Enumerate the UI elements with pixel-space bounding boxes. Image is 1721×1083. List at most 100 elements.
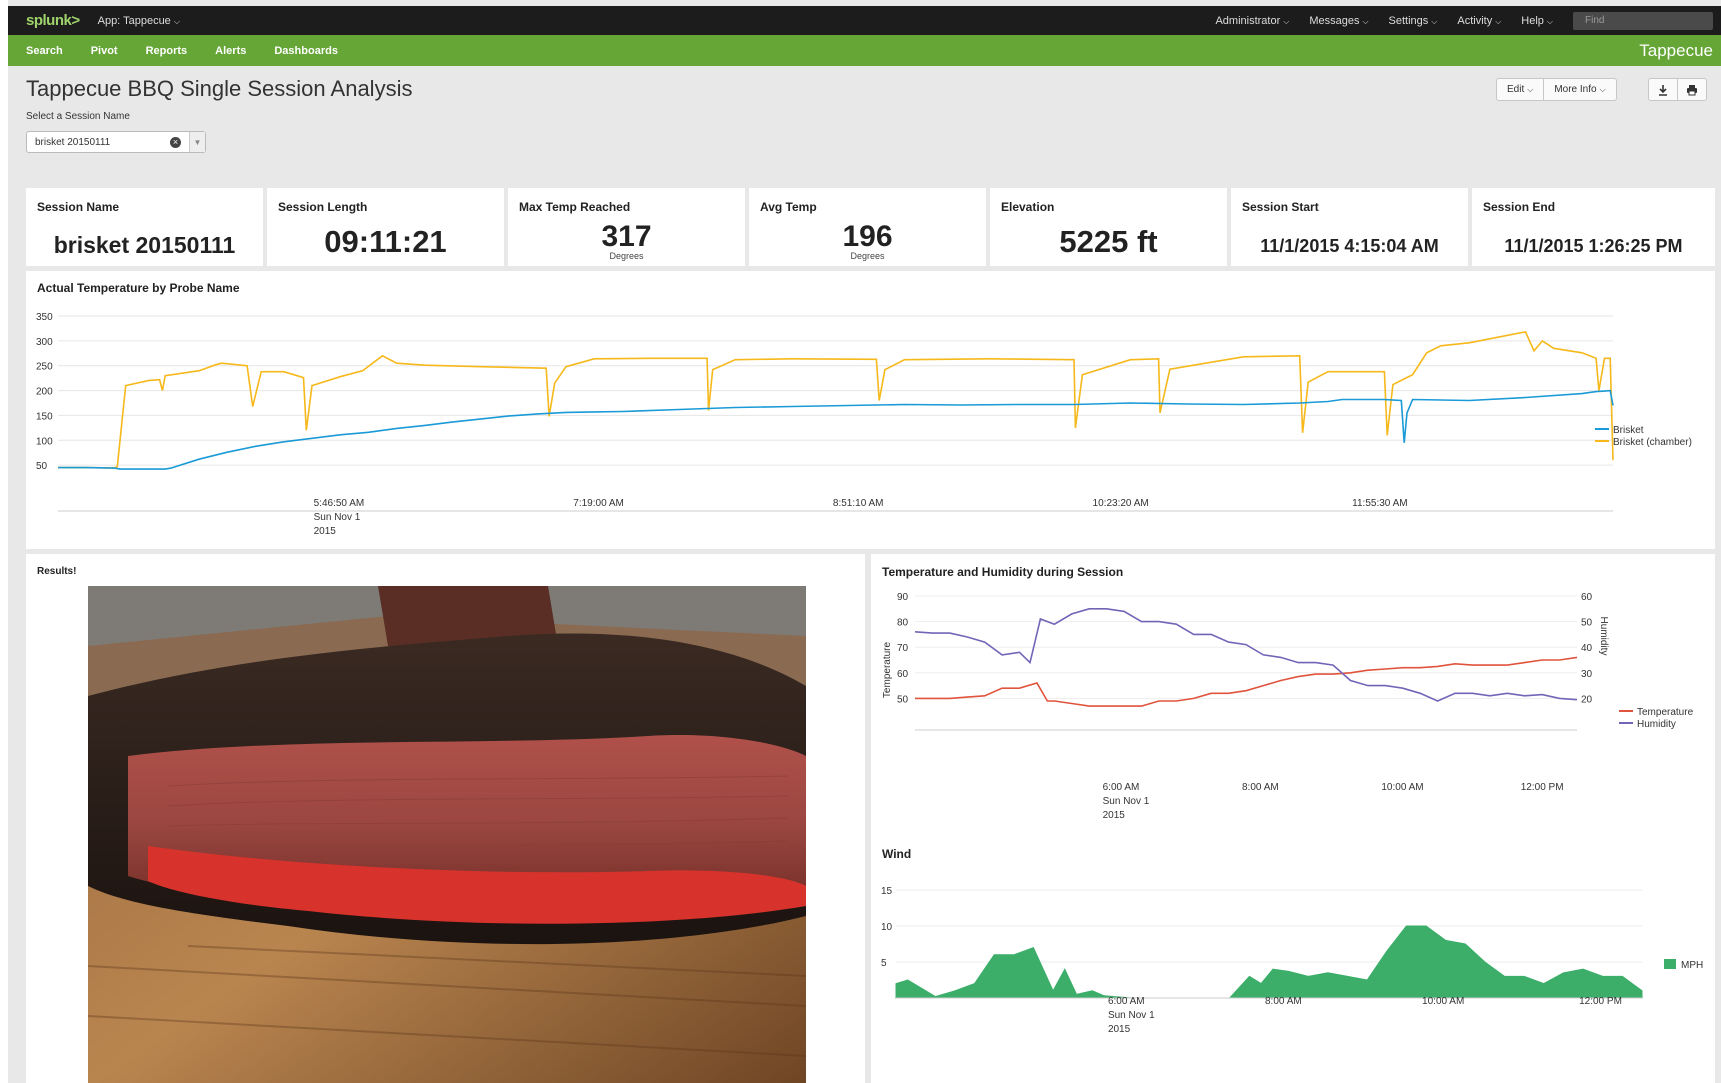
y-tick-label: 300 — [36, 337, 53, 348]
stat-unit: Degrees — [850, 251, 885, 261]
stat-label: Session Length — [278, 200, 368, 214]
stat-value: 196 — [842, 220, 893, 253]
th-x-tick-label: 12:00 PM — [1521, 782, 1564, 793]
legend-label: Brisket — [1613, 425, 1644, 436]
temp-humidity-chart: 50607080902030405060TemperatureHumidity6… — [882, 592, 1694, 821]
download-icon — [1659, 84, 1667, 96]
edit-button[interactable]: Edit ⌵ — [1496, 78, 1545, 101]
y-tick-label: 250 — [36, 362, 53, 373]
panel-title: Results! — [37, 566, 77, 577]
chevron-down-icon: ⌵ — [1362, 16, 1369, 26]
wind-x-tick-label: 6:00 AM — [1108, 996, 1145, 1007]
more-info-button[interactable]: More Info ⌵ — [1544, 78, 1617, 101]
splunk-logo[interactable]: splunk> — [26, 12, 80, 29]
stat-value: 11/1/2015 4:15:04 AM — [1260, 236, 1439, 256]
find-input[interactable]: Find — [1573, 11, 1713, 30]
stat-session-start: Session Start 11/1/2015 4:15:04 AM — [1231, 188, 1468, 266]
splunk-top-bar: splunk> App: Tappecue ⌵ Administrator ⌵ Me… — [8, 6, 1721, 35]
stat-label: Session Name — [37, 200, 120, 214]
chevron-down-icon: ⌵ — [1431, 16, 1438, 26]
stat-value: 5225 ft — [1059, 224, 1158, 259]
nav-dashboards[interactable]: Dashboards — [274, 45, 338, 57]
wind-chart: 5 10 15 6:00 AM Sun Nov 1 2015 8:00 AM 10:00 AM… — [881, 886, 1703, 1035]
session-select-label: Select a Session Name — [26, 111, 130, 122]
session-select[interactable]: brisket 20150111 × ▼ — [26, 131, 206, 153]
app-switcher[interactable]: App: Tappecue ⌵ — [98, 15, 180, 27]
nav-pivot[interactable]: Pivot — [91, 45, 118, 57]
dropdown-arrow-icon[interactable]: ▼ — [189, 132, 205, 152]
chevron-down-icon: ⌵ — [1527, 84, 1534, 94]
menu-activity[interactable]: Activity ⌵ — [1457, 15, 1501, 27]
y-tick-label-left: 80 — [897, 618, 909, 629]
th-x-tick-label: 8:00 AM — [1242, 782, 1279, 793]
menu-messages[interactable]: Messages ⌵ — [1309, 15, 1368, 27]
y-tick-label: 10 — [881, 922, 893, 933]
stat-label: Elevation — [1001, 200, 1055, 214]
stat-session-length: Session Length 09:11:21 — [267, 188, 504, 266]
export-button[interactable] — [1648, 78, 1678, 101]
probe-temp-panel: Actual Temperature by Probe Name 50 100 15… — [26, 271, 1715, 549]
probe-temp-chart: 50 100 150 200 250 300 350 5:46:50 AM Sun Nov 1 2… — [36, 312, 1692, 537]
chevron-down-icon: ⌵ — [1599, 84, 1606, 94]
stat-value: 317 — [601, 220, 652, 253]
chevron-down-icon: ⌵ — [1495, 16, 1502, 26]
y-tick-label-right: 30 — [1581, 669, 1593, 680]
stat-elevation: Elevation 5225 ft — [990, 188, 1227, 266]
stat-label: Max Temp Reached — [519, 200, 631, 214]
y-axis-title-right: Humidity — [1598, 617, 1609, 656]
chevron-down-icon: ⌵ — [1546, 16, 1553, 26]
th-x-tick-label: 10:00 AM — [1381, 782, 1423, 793]
menu-settings[interactable]: Settings ⌵ — [1389, 15, 1438, 27]
probe-x-tick-label: Sun Nov 1 — [314, 512, 361, 523]
app-brand: Tappecue — [1639, 40, 1713, 60]
th-x-tick-label: 6:00 AM — [1103, 782, 1140, 793]
stat-value: 11/1/2015 1:26:25 PM — [1504, 236, 1683, 256]
brisket-image — [88, 586, 806, 1083]
wind-x-tick-label: Sun Nov 1 — [1108, 1010, 1155, 1021]
legend-swatch — [1664, 959, 1676, 969]
legend-label: Humidity — [1637, 719, 1676, 730]
stat-label: Session End — [1483, 200, 1556, 214]
probe-x-tick-label: 10:23:20 AM — [1093, 498, 1149, 509]
clear-icon[interactable]: × — [170, 136, 181, 148]
print-button[interactable] — [1678, 78, 1707, 101]
page-title: Tappecue BBQ Single Session Analysis — [26, 76, 413, 101]
nav-reports[interactable]: Reports — [146, 45, 188, 57]
probe-x-tick-label: 8:51:10 AM — [833, 498, 884, 509]
th-x-tick-label: 2015 — [1103, 810, 1126, 821]
wind-panel: Wind 5 10 15 6:00 AM Sun Nov 1 2015 8:00 AM 10:… — [871, 835, 1715, 1083]
print-icon — [1687, 84, 1697, 95]
y-tick-label-left: 70 — [897, 643, 909, 654]
session-select-value: brisket 20150111 — [35, 136, 111, 148]
y-tick-label: 15 — [881, 886, 893, 897]
nav-alerts[interactable]: Alerts — [215, 45, 246, 57]
y-tick-label: 100 — [36, 436, 53, 447]
legend-label: Temperature — [1637, 707, 1694, 718]
y-tick-label: 350 — [36, 312, 53, 323]
y-tick-label: 50 — [36, 461, 48, 472]
probe-x-tick-label: 2015 — [314, 526, 337, 537]
y-tick-label-left: 60 — [897, 669, 909, 680]
dashboard-page: splunk> App: Tappecue ⌵ Administrator ⌵ Me… — [0, 0, 1721, 1083]
stat-avg-temp: Avg Temp 196 Degrees — [749, 188, 986, 266]
chevron-down-icon: ⌵ — [173, 16, 180, 26]
brisket-photo — [88, 586, 806, 1083]
y-tick-label: 5 — [881, 958, 887, 969]
th-x-tick-label: Sun Nov 1 — [1103, 796, 1150, 807]
stat-label: Session Start — [1242, 200, 1319, 214]
y-tick-label-left: 90 — [897, 592, 909, 603]
nav-search[interactable]: Search — [26, 45, 63, 57]
menu-administrator[interactable]: Administrator ⌵ — [1215, 15, 1289, 27]
y-tick-label-left: 50 — [897, 694, 909, 705]
y-tick-label-right: 20 — [1581, 694, 1593, 705]
logo-mark: > — [71, 12, 80, 29]
menu-help[interactable]: Help ⌵ — [1521, 15, 1553, 27]
wind-x-tick-label: 12:00 PM — [1579, 996, 1622, 1007]
edit-button-group: Edit ⌵ More Info ⌵ — [1496, 78, 1617, 101]
temp-humidity-panel: Temperature and Humidity during Session … — [871, 554, 1715, 835]
stat-unit: Degrees — [609, 251, 644, 261]
stat-value: 09:11:21 — [324, 224, 447, 259]
window-edge — [0, 0, 8, 1083]
y-tick-label: 200 — [36, 387, 53, 398]
y-tick-label-right: 40 — [1581, 643, 1593, 654]
